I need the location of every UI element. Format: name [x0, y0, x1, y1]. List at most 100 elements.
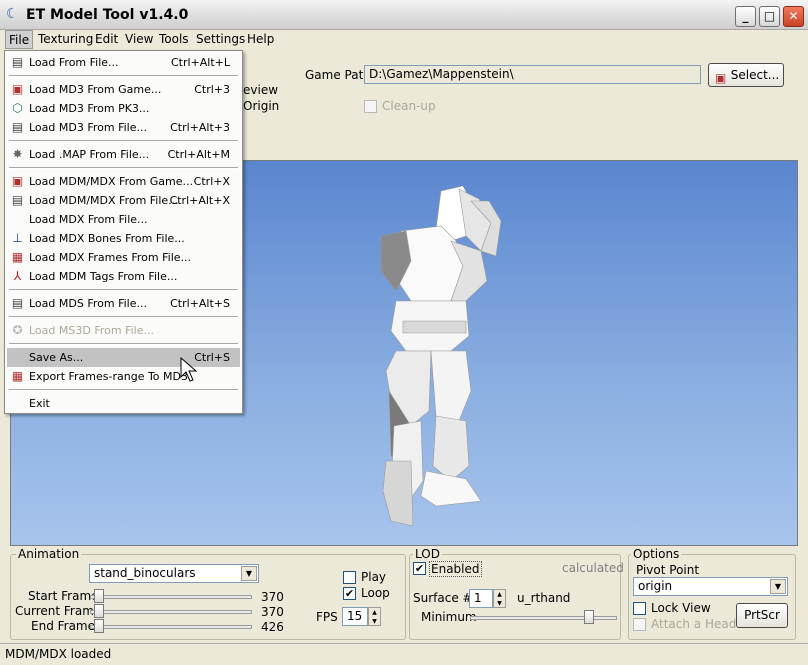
menu-item-save-as[interactable]: Save As... Ctrl+S — [7, 348, 240, 367]
menu-separator — [9, 343, 238, 345]
start-frame-slider[interactable] — [90, 595, 252, 599]
app-icon: ☾ — [6, 6, 19, 22]
maximize-button[interactable]: □ — [759, 6, 780, 27]
start-frame-value: 370 — [261, 590, 284, 604]
menu-item-load-md3-from-file[interactable]: ▤ Load MD3 From File... Ctrl+Alt+3 — [7, 118, 240, 137]
menu-bar: File Texturing Edit View Tools Settings … — [0, 30, 808, 50]
loop-label: Loop — [361, 586, 390, 600]
prtscr-button[interactable]: PrtScr — [736, 603, 788, 628]
mouse-cursor-icon — [180, 357, 198, 382]
tags-icon: ⅄ — [13, 269, 22, 283]
menu-item-load-from-file[interactable]: ▤ Load From File... Ctrl+Alt+L — [7, 53, 240, 72]
file-menu-dropdown: ▤ Load From File... Ctrl+Alt+L ▣ Load MD… — [4, 50, 243, 414]
game-path-field[interactable]: D:\Gamez\Mappenstein\ — [364, 65, 701, 84]
menu-item-load-map-from-file[interactable]: ✸ Load .MAP From File... Ctrl+Alt+M — [7, 145, 240, 164]
menu-help[interactable]: Help — [244, 30, 277, 49]
options-group-title: Options — [631, 547, 682, 561]
preview-label-fragment: eview — [243, 83, 279, 97]
end-frame-slider[interactable] — [90, 625, 252, 629]
pivot-point-label: Pivot Point — [636, 563, 700, 577]
menu-item-load-ms3d-from-file: ✪ Load MS3D From File... — [7, 321, 240, 340]
current-frame-label: Current Frame — [15, 604, 102, 618]
bones-icon: ⊥ — [12, 231, 23, 245]
menu-item-load-mdx-from-file[interactable]: Load MDX From File... — [7, 210, 240, 229]
play-label: Play — [361, 570, 387, 584]
end-frame-value: 426 — [261, 620, 284, 634]
menu-separator — [9, 140, 238, 142]
animation-group-title: Animation — [16, 547, 82, 561]
menu-edit[interactable]: Edit — [92, 30, 121, 49]
menu-item-load-mds-from-file[interactable]: ▤ Load MDS From File... Ctrl+Alt+S — [7, 294, 240, 313]
current-frame-slider[interactable] — [90, 610, 252, 614]
menu-separator — [9, 316, 238, 318]
frames-icon: ▦ — [11, 250, 24, 264]
menu-file[interactable]: File — [5, 30, 34, 49]
status-bar: MDM/MDX loaded — [0, 643, 808, 665]
pk3-icon: ⬡ — [12, 101, 23, 115]
menu-item-load-mdx-frames[interactable]: ▦ Load MDX Frames From File... — [7, 248, 240, 267]
menu-tools[interactable]: Tools — [156, 30, 192, 49]
pivot-point-value: origin — [638, 579, 673, 593]
current-frame-thumb[interactable] — [94, 604, 104, 618]
close-button[interactable]: ✕ — [783, 6, 804, 27]
lod-minimum-slider[interactable] — [470, 616, 617, 620]
start-frame-thumb[interactable] — [94, 589, 104, 603]
minimize-button[interactable]: _ — [735, 6, 756, 27]
status-text: MDM/MDX loaded — [5, 647, 112, 661]
animation-select-value: stand_binoculars — [94, 566, 196, 580]
bottom-panel: Animation stand_binoculars ▼ Start Frame… — [0, 546, 808, 642]
surface-stepper[interactable]: ▲ ▼ — [493, 589, 506, 608]
menu-item-load-mdx-bones[interactable]: ⊥ Load MDX Bones From File... — [7, 229, 240, 248]
origin-label-fragment: Origin — [243, 99, 280, 113]
game-icon: ▣ — [715, 71, 727, 85]
menu-settings[interactable]: Settings — [193, 30, 248, 49]
lod-calculated-label: calculated — [562, 561, 624, 575]
play-checkbox[interactable] — [343, 571, 356, 584]
menu-separator — [9, 167, 238, 169]
menu-view[interactable]: View — [122, 30, 156, 49]
file-icon: ▤ — [11, 193, 24, 207]
map-icon: ✸ — [12, 147, 23, 161]
animation-select[interactable]: stand_binoculars ▼ — [89, 564, 259, 583]
cleanup-checkbox[interactable] — [364, 100, 377, 113]
menu-separator — [9, 75, 238, 77]
attach-head-checkbox[interactable] — [633, 618, 646, 631]
surface-input[interactable]: 1 — [469, 589, 493, 608]
file-icon: ▤ — [11, 296, 24, 310]
game-icon: ▣ — [11, 82, 24, 96]
end-frame-label: End Frame — [31, 619, 96, 633]
lod-minimum-thumb[interactable] — [584, 610, 594, 624]
fps-stepper[interactable]: ▲ ▼ — [368, 607, 381, 626]
fps-label: FPS — [316, 610, 338, 624]
lock-view-checkbox[interactable] — [633, 602, 646, 615]
loop-checkbox[interactable]: ✔ — [343, 587, 356, 600]
fps-input[interactable]: 15 — [342, 607, 368, 626]
lod-enabled-checkbox[interactable]: ✔ — [413, 562, 426, 575]
end-frame-thumb[interactable] — [94, 619, 104, 633]
lod-enabled-label: Enabled — [429, 561, 482, 577]
surface-label: Surface # — [413, 591, 473, 605]
start-frame-label: Start Frame — [28, 589, 99, 603]
menu-item-load-md3-from-pk3[interactable]: ⬡ Load MD3 From PK3... — [7, 99, 240, 118]
menu-item-load-md3-from-game[interactable]: ▣ Load MD3 From Game... Ctrl+3 — [7, 80, 240, 99]
select-button[interactable]: ▣ Select... — [708, 63, 784, 87]
file-icon: ▤ — [11, 120, 24, 134]
chevron-down-icon[interactable]: ▼ — [241, 566, 257, 581]
minimum-label: Minimum — [421, 610, 477, 624]
chevron-down-icon[interactable]: ▼ — [770, 579, 786, 594]
attach-head-label: Attach a Head — [651, 617, 737, 631]
title-bar: ☾ ET Model Tool v1.4.0 _ □ ✕ — [0, 0, 808, 30]
current-frame-value: 370 — [261, 605, 284, 619]
menu-texturing[interactable]: Texturing — [35, 30, 96, 49]
menu-item-exit[interactable]: Exit — [7, 394, 240, 413]
menu-item-export-frames-range[interactable]: ▦ Export Frames-range To MD3 — [7, 367, 240, 386]
menu-item-load-mdm-tags[interactable]: ⅄ Load MDM Tags From File... — [7, 267, 240, 286]
surface-name: u_rthand — [517, 591, 571, 605]
menu-item-load-mdm-mdx-from-game[interactable]: ▣ Load MDM/MDX From Game... Ctrl+X — [7, 172, 240, 191]
lock-view-label: Lock View — [651, 601, 711, 615]
ms3d-icon: ✪ — [12, 323, 23, 337]
pivot-point-select[interactable]: origin ▼ — [633, 577, 788, 596]
menu-separator — [9, 289, 238, 291]
menu-item-load-mdm-mdx-from-file[interactable]: ▤ Load MDM/MDX From File... Ctrl+Alt+X — [7, 191, 240, 210]
file-icon: ▤ — [11, 55, 24, 69]
